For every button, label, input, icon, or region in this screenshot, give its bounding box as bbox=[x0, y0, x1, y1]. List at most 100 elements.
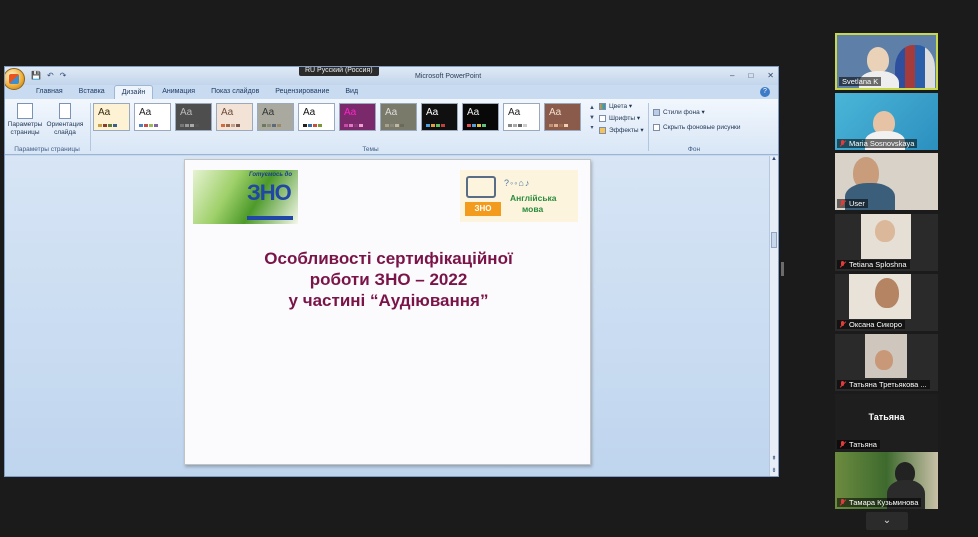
theme-thumbnail[interactable]: Aa bbox=[544, 103, 581, 131]
theme-options: Цвета ▾ Шрифты ▾ Эффекты ▾ bbox=[599, 101, 644, 137]
page-setup-group-label: Параметры страницы bbox=[14, 146, 80, 153]
office-button[interactable] bbox=[5, 68, 25, 90]
zno-logo-text: ЗНО bbox=[247, 180, 292, 205]
participant-name: Татьяна bbox=[837, 440, 880, 449]
participant-tile[interactable]: Maria Sosnovskaya bbox=[835, 93, 938, 150]
prev-slide-icon[interactable]: ⇞ bbox=[770, 455, 778, 462]
participant-name: Svetlana K bbox=[839, 77, 882, 86]
hide-background-checkbox[interactable]: Скрыть фоновые рисунки bbox=[653, 120, 741, 135]
theme-color-swatches bbox=[303, 124, 322, 127]
participant-tile[interactable]: Svetlana K bbox=[835, 33, 938, 90]
design-ribbon: Параметры страницы Ориентация слайда Пар… bbox=[5, 99, 778, 155]
themes-group-label: Темы bbox=[362, 146, 379, 153]
theme-sample-text: Aa bbox=[467, 107, 480, 118]
save-icon[interactable]: 💾 bbox=[31, 71, 41, 80]
muted-mic-icon bbox=[840, 200, 846, 207]
theme-thumbnail[interactable]: Aa bbox=[421, 103, 458, 131]
slide-orientation-button[interactable]: Ориентация слайда bbox=[45, 103, 85, 137]
theme-thumbnail[interactable]: Aa bbox=[380, 103, 417, 131]
participant-tile[interactable]: User bbox=[835, 153, 938, 210]
slide[interactable]: Готуємось до ЗНО ЗНО ?◦◦⌂♪ Англійська мо… bbox=[184, 159, 591, 465]
zno-logo-strip bbox=[247, 216, 293, 220]
participant-tile[interactable]: Татьяна Третьякова ... bbox=[835, 334, 938, 391]
title-bar: 💾 ↶ ↷ Microsoft PowerPoint RU Русский (Р… bbox=[5, 67, 778, 90]
theme-sample-text: Aa bbox=[221, 107, 234, 118]
theme-sample-text: Aa bbox=[344, 107, 357, 118]
window-controls: – □ ✕ bbox=[730, 71, 774, 80]
participant-name: Maria Sosnovskaya bbox=[837, 139, 918, 148]
tab-animation[interactable]: Анимация bbox=[155, 85, 202, 99]
language-indicator[interactable]: RU Русский (Россия) bbox=[299, 67, 379, 76]
tab-design[interactable]: Дизайн bbox=[113, 85, 154, 99]
page-setup-button[interactable]: Параметры страницы bbox=[7, 103, 43, 137]
theme-color-swatches bbox=[139, 124, 158, 127]
minimize-button[interactable]: – bbox=[730, 71, 734, 80]
theme-color-swatches bbox=[98, 124, 117, 127]
powerpoint-window: 💾 ↶ ↷ Microsoft PowerPoint RU Русский (Р… bbox=[4, 66, 779, 477]
participant-name: Татьяна Третьякова ... bbox=[837, 380, 930, 389]
tab-insert[interactable]: Вставка bbox=[72, 85, 112, 99]
muted-mic-icon bbox=[840, 261, 846, 268]
redo-icon[interactable]: ↷ bbox=[60, 71, 67, 80]
book-icon bbox=[466, 176, 496, 198]
theme-color-swatches bbox=[426, 124, 445, 127]
help-icon[interactable]: ? bbox=[760, 87, 770, 97]
subject-icons: ?◦◦⌂♪ bbox=[504, 178, 531, 188]
maximize-button[interactable]: □ bbox=[748, 71, 753, 80]
scroll-up-icon[interactable]: ▲ bbox=[770, 156, 778, 162]
muted-mic-icon bbox=[840, 321, 846, 328]
participant-tile[interactable]: Tetiana Sploshna bbox=[835, 214, 938, 271]
participant-tile[interactable]: Тамара Кузьминова bbox=[835, 452, 938, 509]
tab-home[interactable]: Главная bbox=[29, 85, 70, 99]
tab-slideshow[interactable]: Показ слайдов bbox=[204, 85, 266, 99]
background-styles-icon bbox=[653, 108, 660, 116]
theme-thumbnail[interactable]: Aa bbox=[503, 103, 540, 131]
background-styles-button[interactable]: Стили фона ▾ bbox=[653, 105, 741, 120]
theme-sample-text: Aa bbox=[139, 107, 152, 118]
effects-button[interactable]: Эффекты ▾ bbox=[599, 125, 644, 137]
participant-name-card: Татьяна bbox=[868, 412, 905, 422]
theme-color-swatches bbox=[344, 124, 363, 127]
participant-tile[interactable]: Татьяна Татьяна bbox=[835, 394, 938, 451]
next-slide-icon[interactable]: ⇟ bbox=[770, 467, 778, 474]
theme-color-swatches bbox=[180, 124, 199, 127]
chevron-down-icon[interactable]: ⌄ bbox=[866, 512, 908, 530]
vertical-scrollbar[interactable]: ▲ ⇞ ⇟ bbox=[769, 156, 778, 476]
tab-review[interactable]: Рецензирование bbox=[268, 85, 336, 99]
background-group-label: Фон bbox=[687, 146, 701, 153]
status-bar bbox=[5, 476, 779, 477]
theme-thumbnail[interactable]: Aa bbox=[298, 103, 335, 131]
theme-thumbnail[interactable]: Aa bbox=[257, 103, 294, 131]
theme-thumbnail[interactable]: Aa bbox=[462, 103, 499, 131]
theme-gallery-scroll[interactable]: ▲ ▼ ▾ bbox=[588, 103, 596, 133]
theme-color-swatches bbox=[221, 124, 240, 127]
zno-logo-tagline: Готуємось до bbox=[249, 172, 292, 178]
theme-thumbnail[interactable]: Aa bbox=[134, 103, 171, 131]
slide-title: Особливості сертифікаційної роботи ЗНО –… bbox=[185, 248, 592, 311]
participant-name: Tetiana Sploshna bbox=[837, 260, 910, 269]
zno-logo: Готуємось до ЗНО bbox=[193, 170, 298, 224]
close-button[interactable]: ✕ bbox=[767, 71, 774, 80]
undo-icon[interactable]: ↶ bbox=[47, 71, 54, 80]
theme-sample-text: Aa bbox=[98, 107, 111, 118]
participant-face bbox=[875, 278, 899, 308]
slide-title-line2: роботи ЗНО – 2022 bbox=[309, 270, 468, 289]
participant-tile[interactable]: Оксана Сикоро bbox=[835, 274, 938, 331]
colors-button[interactable]: Цвета ▾ bbox=[599, 101, 644, 113]
colors-icon bbox=[599, 102, 606, 110]
scroll-thumb[interactable] bbox=[771, 232, 777, 248]
theme-thumbnail[interactable]: Aa bbox=[339, 103, 376, 131]
split-view-handle[interactable] bbox=[781, 262, 784, 276]
ribbon-separator bbox=[648, 103, 649, 151]
english-logo-line2: мова bbox=[522, 204, 544, 214]
tab-view[interactable]: Вид bbox=[338, 85, 365, 99]
theme-color-swatches bbox=[467, 124, 486, 127]
muted-mic-icon bbox=[840, 381, 846, 388]
background-options: Стили фона ▾ Скрыть фоновые рисунки bbox=[653, 105, 741, 135]
theme-thumbnail[interactable]: Aa bbox=[216, 103, 253, 131]
fonts-button[interactable]: Шрифты ▾ bbox=[599, 113, 644, 125]
quick-access-toolbar: 💾 ↶ ↷ bbox=[31, 71, 66, 80]
muted-mic-icon bbox=[840, 499, 846, 506]
theme-thumbnail[interactable]: Aa bbox=[175, 103, 212, 131]
theme-thumbnail[interactable]: Aa bbox=[93, 103, 130, 131]
